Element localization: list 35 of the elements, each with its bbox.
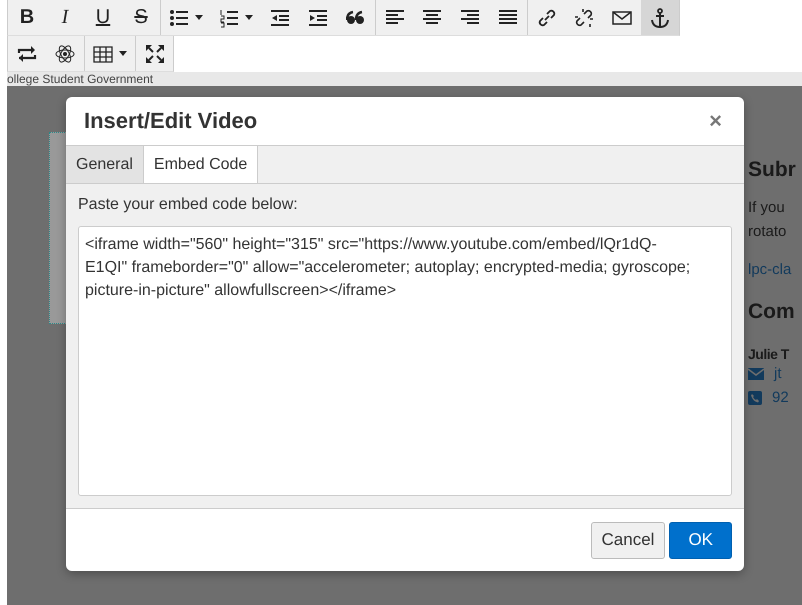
underline-button[interactable]: U bbox=[84, 0, 122, 35]
field-label: Paste your embed code below: bbox=[78, 196, 299, 214]
strikethrough-button[interactable]: S bbox=[122, 0, 160, 35]
dialog-tab[interactable]: General bbox=[66, 146, 144, 183]
site-title: ollege Student Government bbox=[7, 72, 154, 86]
paragraph-text: rotato bbox=[748, 222, 788, 242]
embed-code-field[interactable]: <iframe width="560" height="315" src="https://www.youtube.com/embed/lQr1dQ-E1QI" frameborder="0" allow="accelerometer; autoplay; encrypted-media; gyroscope; picture-in-picture" allowfullscreen></iframe> bbox=[78, 226, 732, 496]
bulleted-list-icon bbox=[169, 8, 189, 28]
indent-icon bbox=[308, 8, 328, 28]
dialog-title: Insert/Edit Video bbox=[84, 108, 258, 134]
link-icon bbox=[536, 8, 556, 28]
caret-icon bbox=[245, 15, 253, 20]
section-heading: Subr bbox=[748, 158, 797, 182]
unlink-icon bbox=[574, 8, 594, 28]
paragraph-text: If you bbox=[748, 198, 786, 218]
table-icon bbox=[93, 44, 113, 64]
numbered-list-icon bbox=[219, 8, 239, 28]
phone-icon bbox=[748, 391, 762, 405]
contact-name: Julie T bbox=[748, 346, 790, 362]
ok-button[interactable]: OK bbox=[669, 522, 732, 558]
dialog-tab[interactable]: Embed Code bbox=[144, 146, 258, 183]
caret-icon bbox=[195, 15, 203, 20]
anchor-icon bbox=[650, 8, 670, 28]
caret-icon bbox=[119, 51, 127, 56]
repeat-icon bbox=[17, 44, 37, 64]
close-button[interactable]: × bbox=[705, 108, 726, 134]
bold-button[interactable]: B bbox=[8, 0, 46, 35]
envelope-icon bbox=[748, 368, 764, 380]
atom-icon bbox=[55, 44, 75, 64]
cancel-button[interactable]: Cancel bbox=[590, 522, 666, 558]
italic-button[interactable]: I bbox=[46, 0, 84, 35]
section-heading: Com bbox=[748, 300, 796, 324]
outdent-icon bbox=[270, 8, 290, 28]
anchor-button[interactable] bbox=[641, 0, 679, 35]
fullscreen-icon bbox=[144, 44, 164, 64]
